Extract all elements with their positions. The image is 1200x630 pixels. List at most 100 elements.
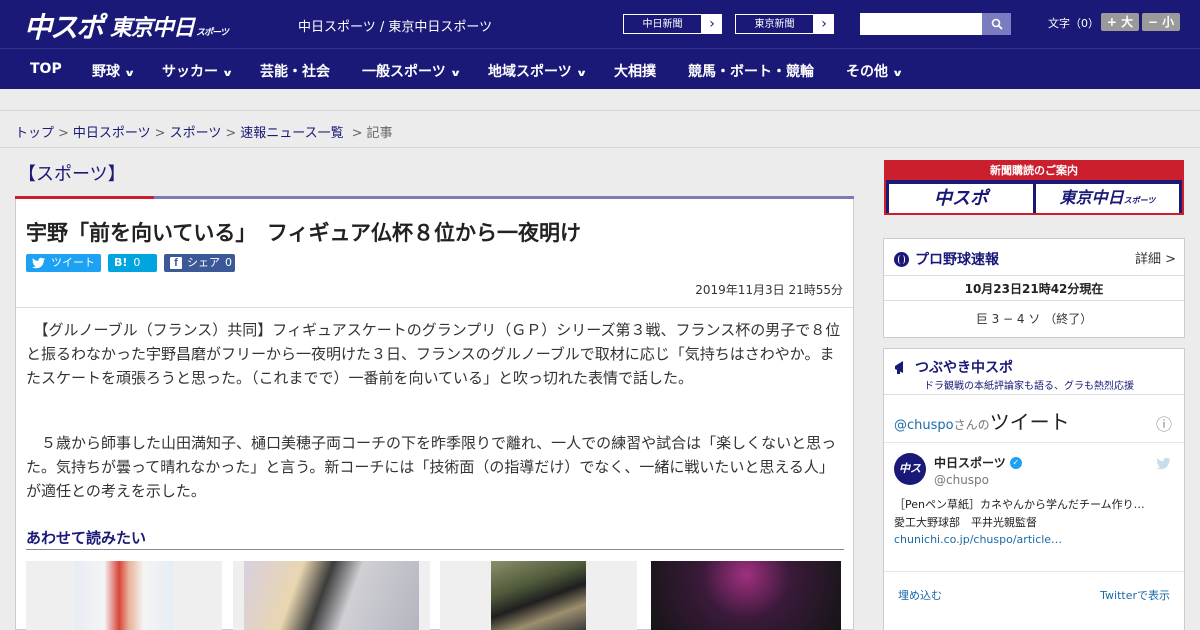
nav-item-label: その他 (846, 64, 888, 80)
tweet-link[interactable]: chunichi.co.jp/chuspo/article… (894, 533, 1062, 546)
search-icon (991, 18, 1003, 30)
tweets-title: つぶやき中スポ (915, 360, 1013, 376)
article-title: 宇野「前を向いている」 フィギュア仏杯８位から一夜明け (26, 221, 582, 245)
breadcrumb-separator: > (225, 126, 237, 141)
nav-item-label: 大相撲 (614, 64, 656, 80)
nav-item-label: 芸能・社会 (260, 64, 330, 80)
chevron-down-icon: ∨ (449, 69, 462, 79)
article: 宇野「前を向いている」 フィギュア仏杯８位から一夜明け ツイート B! 0 f … (15, 199, 854, 630)
facebook-share-label: シェア (187, 256, 220, 269)
nav-item-baseball[interactable]: 野球 ∨ (92, 61, 136, 81)
baseball-scores-box: プロ野球速報 詳細 > 10月23日21時42分現在 巨 3 − 4 ソ （終了… (883, 238, 1185, 338)
font-size-label: 文字（0） (1048, 17, 1099, 30)
info-icon[interactable]: ⓘ (1156, 411, 1172, 435)
hatena-count: 0 (133, 256, 141, 269)
site-title: 中日スポーツ / 東京中日スポーツ (298, 20, 493, 35)
related-article-thumbnail[interactable] (233, 561, 430, 630)
nav-item-racing[interactable]: 競馬・ボート・競輪 (688, 61, 814, 81)
tokyo-chunichi-banner-text: 東京中日 (1059, 190, 1124, 207)
breadcrumb-separator: > (154, 126, 166, 141)
tweets-box: つぶやき中スポ ドラ観戦の本紙評論家も語る、グラも熱烈応援 @chuspoさんの… (883, 348, 1185, 630)
breadcrumb-news-list[interactable]: 速報ニュース一覧 (240, 126, 343, 141)
tweet-button[interactable]: ツイート (26, 254, 101, 272)
account-handle[interactable]: @chuspo (934, 473, 989, 487)
breadcrumb-chunichi-sports[interactable]: 中日スポーツ (73, 126, 151, 141)
breadcrumb: トップ > 中日スポーツ > スポーツ > 速報ニュース一覧 > 記事 (0, 110, 1200, 148)
tokyo-chunichi-banner-small: スポーツ (1123, 196, 1156, 205)
search-box (860, 13, 1011, 35)
chuspo-banner-logo: 中スポ (889, 184, 1033, 213)
baseball-score[interactable]: 巨 3 − 4 ソ （終了） (884, 310, 1184, 327)
embed-link[interactable]: 埋め込む (898, 587, 942, 603)
tokyo-chunichi-logo-text: 東京中日 (110, 15, 195, 40)
twitter-bird-icon (1156, 455, 1172, 474)
tokyo-shimbun-label: 東京新聞 (735, 14, 814, 34)
tweet-label: ツイート (51, 256, 95, 269)
search-button[interactable] (982, 13, 1011, 35)
related-article-thumbnail[interactable] (440, 561, 637, 630)
baseball-divider (884, 275, 1184, 276)
twitter-handle-link[interactable]: @chuspo (894, 418, 954, 433)
subscription-banner[interactable]: 新聞購読のご案内 中スポ 東京中日スポーツ (884, 160, 1184, 215)
thumbnail-image (651, 561, 841, 630)
megaphone-icon (894, 360, 909, 375)
tokyo-shimbun-link[interactable]: 東京新聞 › (734, 13, 835, 35)
nav-item-soccer[interactable]: サッカー ∨ (162, 61, 234, 81)
facebook-share-count: 0 (225, 256, 232, 269)
view-on-twitter-link[interactable]: Twitterで表示 (1100, 587, 1170, 603)
verified-badge-icon: ✓ (1009, 456, 1022, 469)
chevron-down-icon: ∨ (123, 69, 136, 79)
subscription-banner-title: 新聞購読のご案内 (886, 162, 1182, 180)
nav-item-label: 野球 (92, 64, 120, 80)
nav-item-entertainment[interactable]: 芸能・社会 (260, 61, 330, 81)
twitter-timeline-heading: ツイート (989, 410, 1070, 434)
top-bar: 中スポ 東京中日 スポーツ 中日スポーツ / 東京中日スポーツ 中日新聞 › 東京… (0, 0, 1200, 48)
baseball-updated: 10月23日21時42分現在 (964, 282, 1104, 296)
twitter-handle-suffix: さんの (953, 418, 990, 432)
nav-item-sumo[interactable]: 大相撲 (614, 61, 656, 81)
category-heading: 【スポーツ】 (18, 164, 126, 185)
chevron-right-icon: › (814, 14, 834, 34)
font-bigger-button[interactable]: + 大 (1101, 13, 1139, 31)
search-input[interactable] (860, 13, 982, 35)
tokyo-chunichi-logo[interactable]: 東京中日 スポーツ (110, 10, 229, 42)
nav-item-other[interactable]: その他 ∨ (846, 61, 904, 81)
chevron-down-icon: ∨ (221, 69, 234, 79)
breadcrumb-top[interactable]: トップ (15, 126, 54, 141)
article-divider (16, 307, 853, 308)
tweet-text: ［Penペン草紙］カネやんから学んだチーム作り… 愛工大野球部 平井光親監督 (894, 498, 1156, 529)
font-smaller-button[interactable]: − 小 (1142, 13, 1180, 31)
nav-item-general-sports[interactable]: 一般スポーツ ∨ (362, 61, 462, 81)
thumbnail-image (491, 561, 586, 630)
facebook-share-button[interactable]: f シェア 0 (164, 254, 235, 272)
chevron-down-icon: ∨ (891, 69, 904, 79)
related-article-thumbnail[interactable] (651, 561, 841, 630)
nav-item-local-sports[interactable]: 地域スポーツ ∨ (488, 61, 588, 81)
nav-item-label: 一般スポーツ (362, 64, 446, 80)
chuspo-logo[interactable]: 中スポ (24, 6, 104, 46)
chevron-down-icon: ∨ (575, 69, 588, 79)
nav-item-label: TOP (30, 61, 62, 77)
tokyo-chunichi-banner-logo: 東京中日スポーツ (1036, 184, 1179, 213)
breadcrumb-separator: > (351, 126, 363, 141)
account-name[interactable]: 中日スポーツ (934, 454, 1006, 471)
twitter-bird-icon (32, 257, 45, 269)
chunichi-shimbun-link[interactable]: 中日新聞 › (622, 13, 723, 35)
thumbnail-image (244, 561, 419, 630)
hatena-bookmark-button[interactable]: B! 0 (108, 254, 157, 272)
nav-item-top[interactable]: TOP (30, 61, 62, 77)
baseball-title: プロ野球速報 (915, 252, 999, 268)
article-paragraph: 【グルノーブル（フランス）共同】フィギュアスケートのグランプリ（ＧＰ）シリーズ第… (26, 321, 841, 387)
article-date: 2019年11月3日 21時55分 (695, 283, 843, 297)
breadcrumb-sports[interactable]: スポーツ (170, 126, 222, 141)
hatena-icon: B! (114, 256, 128, 269)
baseball-detail-link[interactable]: 詳細 > (1135, 248, 1176, 267)
tweets-divider (884, 442, 1184, 443)
main-nav: TOP 野球 ∨ サッカー ∨ 芸能・社会 一般スポーツ ∨ 地域スポーツ ∨ 大相撲 … (0, 48, 1200, 89)
article-paragraph: ５歳から師事した山田満知子、樋口美穂子両コーチの下を昨季限りで離れ、一人での練習… (26, 434, 837, 500)
breadcrumb-current: 記事 (366, 126, 393, 141)
avatar[interactable]: 中ス (894, 453, 926, 485)
breadcrumb-separator: > (58, 126, 69, 141)
baseball-icon (894, 251, 909, 267)
related-article-thumbnail[interactable] (26, 561, 222, 630)
